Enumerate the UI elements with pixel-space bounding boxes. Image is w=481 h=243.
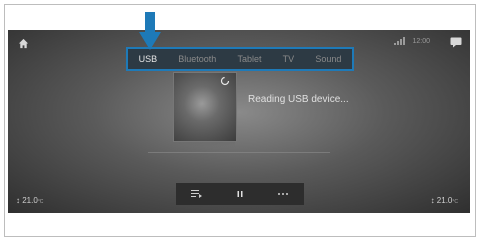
more-icon [277, 193, 288, 195]
temperature-left[interactable]: ↕ 21.0°C [16, 196, 43, 205]
temperature-right[interactable]: ↕ 21.0°C [431, 196, 458, 205]
album-reflection [173, 142, 235, 148]
pause-icon [237, 191, 243, 197]
chat-icon[interactable] [450, 37, 462, 48]
media-screen: 12:00 USB Bluetooth Tablet TV Sound Read… [8, 30, 470, 213]
temperature-unit: °C [452, 199, 458, 205]
signal-icon [394, 37, 406, 45]
tab-tv[interactable]: TV [280, 54, 298, 64]
more-button[interactable] [277, 189, 289, 199]
playback-controls [176, 182, 304, 205]
playlist-button[interactable] [191, 189, 203, 199]
home-icon[interactable] [18, 38, 29, 49]
temperature-arrow-icon: ↕ [430, 196, 435, 205]
tab-bluetooth[interactable]: Bluetooth [175, 54, 219, 64]
tab-usb[interactable]: USB [136, 54, 161, 64]
status-message: Reading USB device... [248, 94, 349, 105]
loading-icon [220, 76, 230, 86]
temperature-right-value: 21.0 [436, 196, 453, 205]
callout-arrow-icon [139, 12, 161, 50]
pause-button[interactable] [234, 189, 246, 199]
progress-bar [148, 152, 330, 153]
clock: 12:00 [412, 37, 430, 45]
playlist-icon [191, 190, 203, 198]
status-bar: 12:00 [394, 37, 430, 45]
temperature-arrow-icon: ↕ [16, 196, 20, 205]
tab-tablet[interactable]: Tablet [234, 54, 264, 64]
temperature-left-value: 21.0 [22, 196, 38, 205]
temperature-unit: °C [37, 199, 44, 205]
tab-sound[interactable]: Sound [312, 54, 344, 64]
